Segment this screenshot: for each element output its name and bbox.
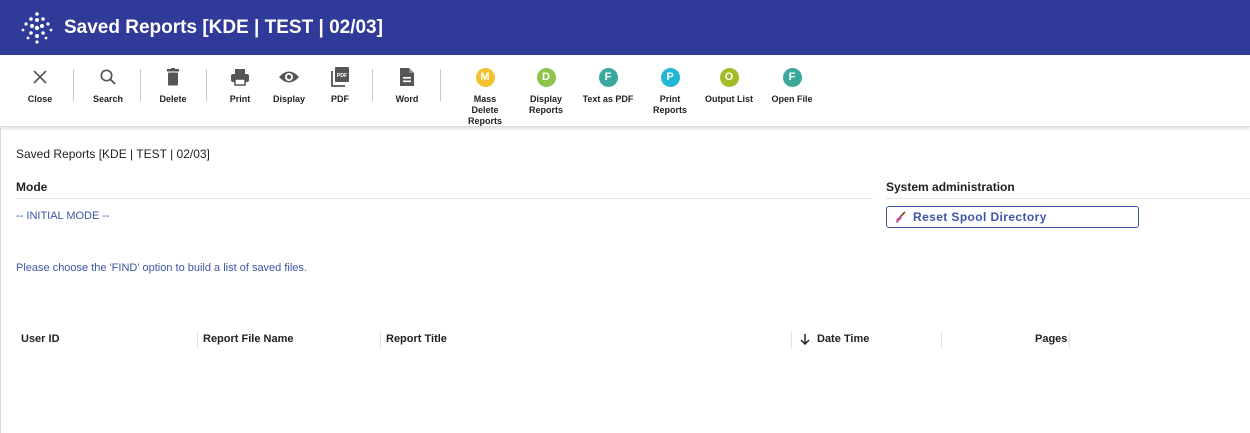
pdf-label: PDF xyxy=(331,94,349,104)
reset-spool-directory-label: Reset Spool Directory xyxy=(913,210,1047,224)
broom-icon xyxy=(895,211,907,223)
column-divider xyxy=(197,331,198,349)
mode-value: -- INITIAL MODE -- xyxy=(16,210,110,222)
display-reports-badge-icon: D xyxy=(536,67,556,87)
main-content: Saved Reports [KDE | TEST | 02/03] Mode … xyxy=(0,128,1250,433)
breadcrumb: Saved Reports [KDE | TEST | 02/03] xyxy=(16,147,210,161)
toolbar-divider xyxy=(73,69,74,101)
pdf-icon: PDF xyxy=(331,67,349,87)
search-button[interactable]: Search xyxy=(78,65,138,105)
column-header-date-time[interactable]: Date Time xyxy=(799,333,869,345)
mode-heading: Mode xyxy=(16,180,48,194)
output-list-badge-icon: O xyxy=(719,67,739,87)
pdf-icon-text: PDF xyxy=(337,73,347,79)
column-header-pages-label: Pages xyxy=(1035,333,1068,345)
column-header-pages[interactable]: Pages xyxy=(1035,333,1067,345)
column-divider xyxy=(1069,331,1070,349)
text-as-pdf-button[interactable]: F Text as PDF xyxy=(578,65,638,105)
printer-icon xyxy=(231,69,249,86)
word-label: Word xyxy=(395,94,419,104)
column-divider xyxy=(941,331,942,349)
close-label: Close xyxy=(27,94,53,104)
toolbar-divider xyxy=(372,69,373,101)
column-header-report-title[interactable]: Report Title xyxy=(386,333,447,345)
display-reports-button[interactable]: D Display Reports xyxy=(516,65,576,116)
search-icon xyxy=(100,69,116,85)
column-header-user-id[interactable]: User ID xyxy=(21,333,60,345)
print-reports-button[interactable]: P Print Reports xyxy=(640,65,700,116)
mass-delete-reports-button[interactable]: M Mass Delete Reports xyxy=(454,65,516,127)
pdf-button[interactable]: PDF PDF xyxy=(310,65,370,105)
open-file-button[interactable]: F Open File xyxy=(762,65,822,105)
open-file-label: Open File xyxy=(771,94,813,104)
column-header-report-title-label: Report Title xyxy=(386,333,447,345)
toolbar-divider xyxy=(440,69,441,101)
display-reports-label: Display Reports xyxy=(528,94,563,115)
sort-descending-arrow-icon xyxy=(800,334,810,345)
word-button[interactable]: Word xyxy=(377,65,437,105)
eye-icon xyxy=(279,71,299,83)
column-header-report-file-name[interactable]: Report File Name xyxy=(203,333,293,345)
column-header-date-time-label: Date Time xyxy=(817,333,870,345)
toolbar-divider xyxy=(206,69,207,101)
output-list-label: Output List xyxy=(705,94,753,104)
column-divider xyxy=(380,331,381,349)
app-logo-icon xyxy=(21,11,53,44)
delete-button[interactable]: Delete xyxy=(143,65,203,105)
system-administration-divider xyxy=(886,198,1250,199)
open-file-badge-icon: F xyxy=(782,67,802,87)
title-bar: Saved Reports [KDE | TEST | 02/03] xyxy=(0,0,1250,55)
text-as-pdf-badge-icon: F xyxy=(598,67,618,87)
search-label: Search xyxy=(92,94,124,104)
print-reports-label: Print Reports xyxy=(652,94,687,115)
print-reports-badge-icon: P xyxy=(660,67,680,87)
delete-label: Delete xyxy=(159,94,187,104)
system-administration-heading: System administration xyxy=(886,180,1015,194)
text-as-pdf-label: Text as PDF xyxy=(582,94,634,104)
document-icon xyxy=(400,68,414,86)
hint-message: Please choose the 'FIND' option to build… xyxy=(16,262,307,274)
output-list-button[interactable]: O Output List xyxy=(699,65,759,105)
column-divider xyxy=(791,331,792,349)
window-title: Saved Reports [KDE | TEST | 02/03] xyxy=(64,16,383,38)
trash-icon xyxy=(167,68,179,86)
toolbar-divider xyxy=(140,69,141,101)
mass-delete-reports-label: Mass Delete Reports xyxy=(467,94,502,126)
reset-spool-directory-button[interactable]: Reset Spool Directory xyxy=(886,206,1139,228)
column-header-report-file-name-label: Report File Name xyxy=(203,333,294,345)
toolbar: Close Search Delete Print Display PDF PD… xyxy=(0,55,1250,127)
mass-delete-badge-icon: M xyxy=(475,67,495,87)
mode-divider xyxy=(16,198,873,199)
column-header-user-id-label: User ID xyxy=(21,333,60,345)
close-icon xyxy=(33,70,47,84)
close-button[interactable]: Close xyxy=(10,65,70,105)
